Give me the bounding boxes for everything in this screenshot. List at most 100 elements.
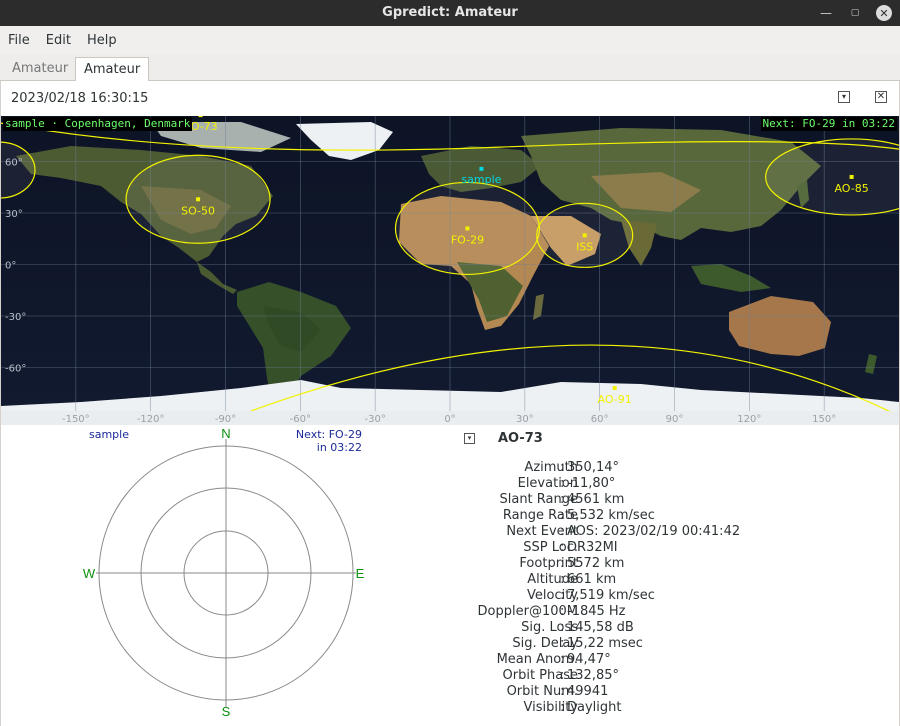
satellite-marker[interactable] bbox=[582, 233, 587, 238]
module-menu-icon[interactable]: ▾ bbox=[838, 91, 850, 103]
minimize-icon[interactable]: — bbox=[818, 5, 834, 21]
detail-separator: : bbox=[560, 492, 565, 507]
detail-row: Orbit Num.:49941 bbox=[430, 684, 890, 700]
detail-separator: : bbox=[560, 508, 565, 523]
detail-separator: : bbox=[560, 540, 565, 555]
detail-row: Altitude:661 km bbox=[430, 572, 890, 588]
module-datetime: 2023/02/18 16:30:15 bbox=[11, 91, 149, 106]
detail-separator: : bbox=[560, 652, 565, 667]
map-next-event: Next: FO-29 in 03:22 bbox=[760, 117, 897, 131]
detail-value: 5,532 km/sec bbox=[567, 508, 655, 523]
detail-row: Sig. Delay:15,22 msec bbox=[430, 636, 890, 652]
detail-separator: : bbox=[560, 588, 565, 603]
map-qth-label: sample · Copenhagen, Denmark bbox=[3, 117, 193, 131]
qth-label: sample bbox=[461, 173, 501, 186]
polar-dir-east: E bbox=[356, 566, 365, 581]
detail-value: 15,22 msec bbox=[567, 636, 643, 651]
detail-value: 7,519 km/sec bbox=[567, 588, 655, 603]
detail-value: 5572 km bbox=[567, 556, 625, 571]
tab-amateur-2[interactable]: Amateur bbox=[75, 57, 150, 81]
detail-separator: : bbox=[560, 620, 565, 635]
detail-row: Velocity:7,519 km/sec bbox=[430, 588, 890, 604]
lon-tick-label: -90° bbox=[215, 414, 236, 425]
satellite-select-icon[interactable]: ▾ bbox=[464, 433, 475, 444]
satellite-marker[interactable] bbox=[465, 226, 470, 231]
satellite-details: Azimuth:350,14° Elevation: -11,80° Slant Ra… bbox=[430, 460, 890, 716]
qth-marker bbox=[479, 166, 484, 171]
maximize-icon[interactable]: ▢ bbox=[847, 5, 863, 21]
satellite-marker[interactable] bbox=[196, 197, 201, 202]
lon-tick-label: 30° bbox=[516, 414, 534, 425]
detail-row: Orbit Phase:132,85° bbox=[430, 668, 890, 684]
close-window-icon[interactable]: ✕ bbox=[876, 5, 892, 21]
detail-row: Doppler@100M: -1845 Hz bbox=[430, 604, 890, 620]
detail-separator: : bbox=[560, 476, 565, 491]
detail-value: AOS: 2023/02/19 00:41:42 bbox=[567, 524, 741, 539]
window-titlebar[interactable]: Gpredict: Amateur — ▢ ✕ bbox=[0, 0, 900, 26]
lon-tick-label: 150° bbox=[812, 414, 836, 425]
polar-plot[interactable]: N S E W bbox=[70, 425, 390, 723]
lat-tick-label: 60° bbox=[5, 158, 23, 169]
polar-dir-south: S bbox=[222, 704, 231, 719]
detail-row: Mean Anom.:94,47° bbox=[430, 652, 890, 668]
satellite-marker[interactable] bbox=[612, 386, 617, 391]
lon-tick-label: -150° bbox=[62, 414, 90, 425]
detail-value: 661 km bbox=[567, 572, 617, 587]
satellite-name: AO-73 bbox=[498, 431, 543, 446]
detail-value: 4561 km bbox=[567, 492, 625, 507]
detail-row: Azimuth:350,14° bbox=[430, 460, 890, 476]
satellite-marker[interactable] bbox=[198, 116, 203, 118]
detail-value: 94,47° bbox=[567, 652, 611, 667]
menu-help[interactable]: Help bbox=[79, 33, 125, 48]
detail-separator: : bbox=[560, 460, 565, 475]
satellite-label[interactable]: AO-91 bbox=[598, 393, 632, 406]
detail-value: 132,85° bbox=[567, 668, 619, 683]
detail-value: DR32MI bbox=[567, 540, 618, 555]
lat-tick-label: 30° bbox=[5, 209, 23, 220]
detail-separator: : bbox=[560, 636, 565, 651]
lon-tick-label: -60° bbox=[290, 414, 311, 425]
lat-tick-label: 0° bbox=[5, 261, 16, 272]
detail-row: Range Rate:5,532 km/sec bbox=[430, 508, 890, 524]
tab-amateur-1[interactable]: Amateur bbox=[4, 57, 76, 81]
detail-separator: : bbox=[560, 604, 565, 619]
detail-value: -1845 Hz bbox=[567, 604, 626, 619]
polar-dir-north: N bbox=[221, 426, 230, 441]
detail-row: Footprint:5572 km bbox=[430, 556, 890, 572]
detail-value: 145,58 dB bbox=[567, 620, 634, 635]
menu-edit[interactable]: Edit bbox=[38, 33, 79, 48]
detail-label: Mean Anom. bbox=[496, 652, 578, 667]
detail-row: Next Event: AOS: 2023/02/19 00:41:42 bbox=[430, 524, 890, 540]
lon-tick-label: 60° bbox=[591, 414, 609, 425]
lon-tick-label: 0° bbox=[444, 414, 455, 425]
detail-row: SSP Loc.: DR32MI bbox=[430, 540, 890, 556]
detail-separator: : bbox=[560, 556, 565, 571]
module-tabs: Amateur Amateur bbox=[0, 54, 900, 81]
lon-tick-label: -30° bbox=[364, 414, 385, 425]
detail-value: Daylight bbox=[567, 700, 622, 715]
detail-separator: : bbox=[560, 572, 565, 587]
satellite-label[interactable]: ISS bbox=[576, 240, 593, 253]
lat-tick-label: -30° bbox=[5, 312, 26, 323]
satellite-marker[interactable] bbox=[849, 174, 854, 179]
detail-separator: : bbox=[560, 700, 565, 715]
module-close-icon[interactable]: ✕ bbox=[875, 91, 887, 103]
lon-tick-label: 90° bbox=[666, 414, 684, 425]
satellite-label[interactable]: AO-85 bbox=[834, 182, 868, 195]
satellite-label[interactable]: SO-50 bbox=[181, 204, 215, 217]
lon-tick-label: -120° bbox=[137, 414, 165, 425]
satellite-label[interactable]: FO-29 bbox=[451, 233, 484, 246]
detail-value: 350,14° bbox=[567, 460, 619, 475]
detail-value: -11,80° bbox=[567, 476, 616, 491]
detail-separator: : bbox=[560, 524, 565, 539]
window-title: Gpredict: Amateur bbox=[382, 5, 518, 20]
menubar: File Edit Help bbox=[0, 26, 900, 54]
detail-value: 49941 bbox=[567, 684, 609, 699]
polar-dir-west: W bbox=[83, 566, 96, 581]
detail-row: Visibility: Daylight bbox=[430, 700, 890, 716]
lon-tick-label: 120° bbox=[737, 414, 761, 425]
detail-separator: : bbox=[560, 684, 565, 699]
world-map[interactable]: 60° 30° 0° -30° -60° -150° -120° -90° -60° -30° 0°… bbox=[1, 116, 899, 425]
detail-row: Slant Range:4561 km bbox=[430, 492, 890, 508]
menu-file[interactable]: File bbox=[0, 33, 38, 48]
